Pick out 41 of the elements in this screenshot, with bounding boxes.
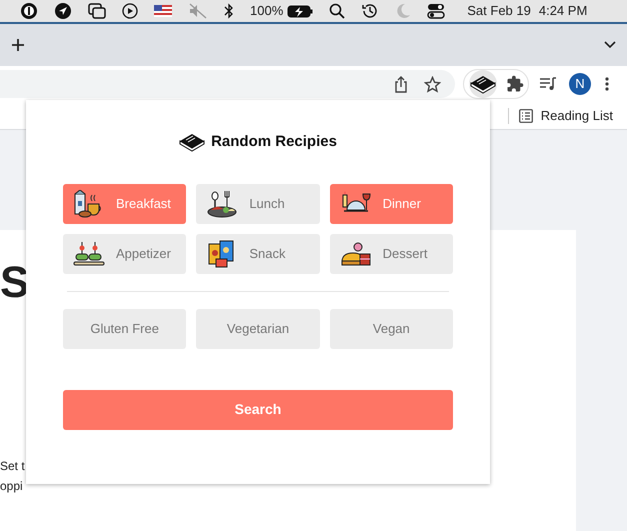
book-logo-icon: [179, 132, 206, 152]
media-queue-icon[interactable]: [539, 76, 557, 92]
meal-toggle[interactable]: Lunch: [196, 184, 320, 224]
meal-toggle[interactable]: Breakfast: [63, 184, 186, 224]
meal-toggle[interactable]: Snack: [196, 234, 320, 274]
search-button[interactable]: Search: [63, 390, 453, 430]
page-text: oppi: [0, 478, 23, 495]
play-icon[interactable]: [122, 3, 138, 19]
battery-percentage: 100%: [250, 2, 284, 20]
diet-toggle[interactable]: Vegetarian: [196, 308, 320, 348]
control-center-icon[interactable]: [427, 3, 446, 19]
new-tab-icon[interactable]: [10, 37, 26, 53]
battery-charging-icon[interactable]: [287, 4, 314, 18]
puzzle-piece-icon[interactable]: [506, 75, 524, 93]
meal-toggle[interactable]: Dessert: [330, 234, 453, 274]
diet-toggle[interactable]: Gluten Free: [63, 308, 186, 348]
meal-toggle[interactable]: Dinner: [330, 184, 453, 224]
menu-bar-time[interactable]: 4:24 PM: [538, 1, 588, 21]
more-menu-icon[interactable]: [605, 77, 609, 91]
skewer-snacks-icon: [73, 240, 105, 268]
extension-button[interactable]: [468, 70, 496, 98]
list-icon: [518, 108, 533, 122]
clock-history-icon[interactable]: [361, 2, 380, 20]
search-icon[interactable]: [329, 3, 346, 19]
share-icon[interactable]: [394, 76, 408, 92]
plate-and-cutlery-icon: [206, 190, 238, 218]
book-logo-icon: [470, 74, 496, 94]
reading-list-button[interactable]: Reading List: [518, 106, 613, 126]
page-text: Set t: [0, 458, 25, 475]
flag-icon[interactable]: [154, 5, 172, 17]
page-heading: S: [0, 257, 30, 309]
profile-avatar[interactable]: N: [569, 73, 591, 95]
bluetooth-icon[interactable]: [224, 3, 234, 19]
meal-toggle[interactable]: Appetizer: [63, 234, 186, 274]
windows-icon[interactable]: [88, 3, 106, 19]
star-icon[interactable]: [424, 76, 441, 92]
diet-toggle[interactable]: Vegan: [330, 308, 453, 348]
menu-bar-date[interactable]: Sat Feb 19: [467, 1, 531, 21]
chevron-down-icon[interactable]: [603, 40, 617, 50]
pie-and-cake-icon: [340, 240, 372, 268]
popup-title: Random Recipies: [211, 132, 337, 152]
